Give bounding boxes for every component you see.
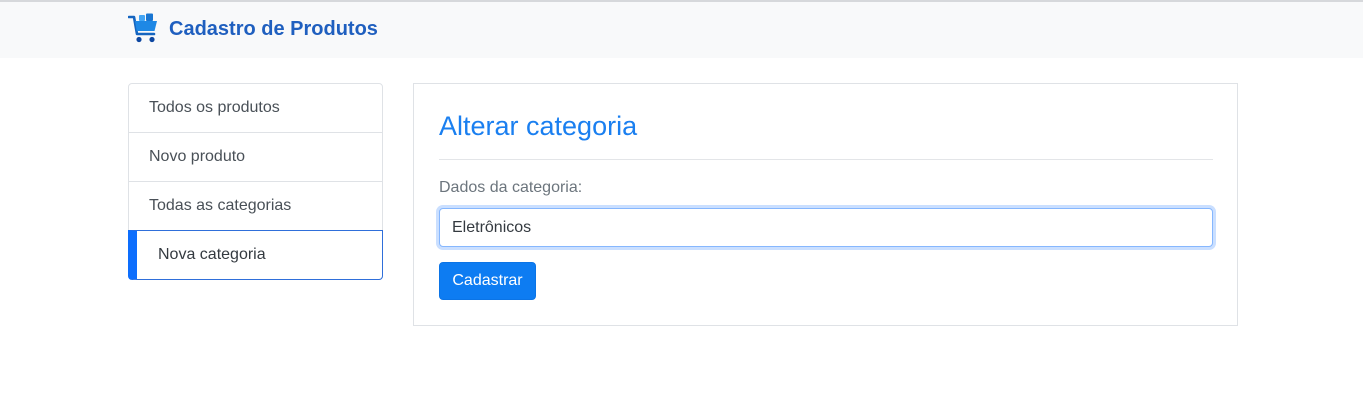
sidebar-item-nova-categoria[interactable]: Nova categoria — [128, 230, 383, 280]
sidebar-item-todas-as-categorias[interactable]: Todas as categorias — [129, 182, 382, 231]
brand-link[interactable]: Cadastro de Produtos — [128, 13, 378, 45]
navbar: Cadastro de Produtos — [0, 0, 1363, 58]
divider — [439, 159, 1213, 160]
category-form-card: Alterar categoria Dados da categoria: Ca… — [413, 83, 1238, 326]
category-field-label: Dados da categoria: — [439, 179, 583, 196]
submit-button[interactable]: Cadastrar — [439, 262, 536, 300]
sidebar-item-todos-os-produtos[interactable]: Todos os produtos — [129, 84, 382, 133]
brand-title: Cadastro de Produtos — [169, 17, 378, 40]
category-name-input[interactable] — [439, 208, 1213, 247]
sidebar-menu: Todos os produtos Novo produto Todas as … — [128, 83, 383, 280]
shopping-cart-icon — [128, 13, 157, 43]
page-title: Alterar categoria — [439, 111, 638, 141]
sidebar-item-novo-produto[interactable]: Novo produto — [129, 133, 382, 182]
